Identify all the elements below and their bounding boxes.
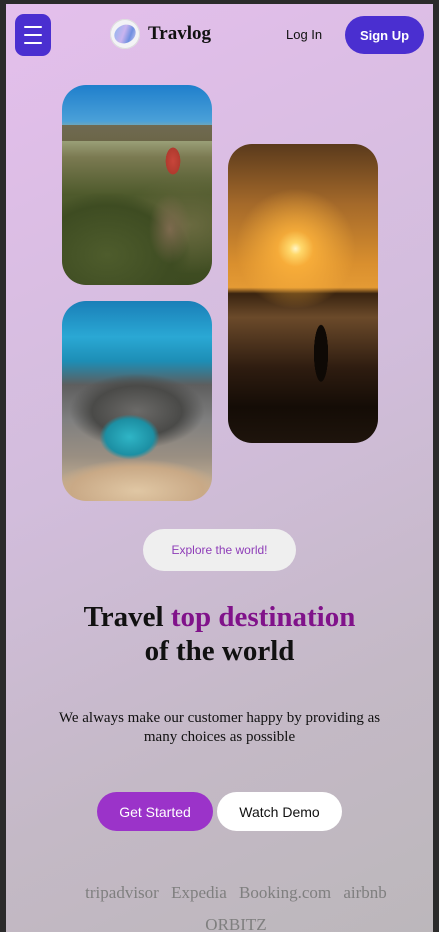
- brand-logo[interactable]: Travlog: [110, 19, 211, 49]
- get-started-button[interactable]: Get Started: [97, 792, 213, 831]
- hero-photo-rocky-coast: [62, 301, 212, 501]
- partner-logo: tripadvisor: [85, 883, 159, 902]
- hero-photo-canyon-hiker: [62, 85, 212, 285]
- hamburger-menu-icon-bar: [24, 34, 42, 36]
- partner-logo: Expedia: [171, 883, 227, 902]
- partner-logo: airbnb: [343, 883, 387, 902]
- title-part-1: Travel: [83, 601, 171, 633]
- partner-logos: tripadvisor Expedia Booking.com airbnb O…: [66, 877, 406, 932]
- explore-world-button[interactable]: Explore the world!: [143, 529, 296, 571]
- partner-logo: Booking.com: [239, 883, 332, 902]
- login-link[interactable]: Log In: [286, 27, 322, 42]
- page-title: Travel top destination of the world: [6, 600, 433, 668]
- travlog-logo-icon: [110, 19, 140, 49]
- hamburger-menu-icon-bar: [24, 42, 42, 44]
- title-part-2: of the world: [144, 635, 295, 667]
- hero-description: We always make our customer happy by pro…: [58, 710, 381, 745]
- signup-button[interactable]: Sign Up: [345, 16, 424, 54]
- brand-name: Travlog: [148, 23, 211, 44]
- hero-photo-sunset-surfer: [228, 144, 378, 443]
- title-highlight: top destination: [170, 601, 356, 633]
- partner-logo: ORBITZ: [205, 915, 267, 932]
- menu-button[interactable]: [15, 14, 51, 56]
- watch-demo-button[interactable]: Watch Demo: [217, 792, 342, 831]
- app-screen: Travlog Log In Sign Up Explore the world…: [6, 4, 433, 932]
- hamburger-menu-icon: [24, 26, 42, 28]
